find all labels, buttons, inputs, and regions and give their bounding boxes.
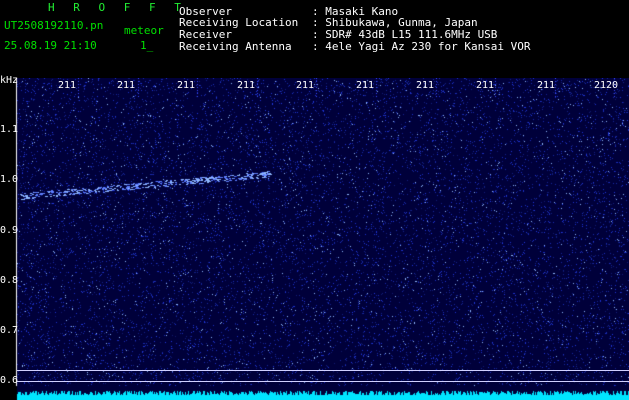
antenna-value: : 4ele Yagi Az 230 for Kansai VOR <box>312 40 531 53</box>
y-tick: 1.0 <box>0 174 19 185</box>
marker-line <box>17 381 629 382</box>
meteor-label: meteor <box>124 24 164 37</box>
y-unit-label: kHz <box>0 75 19 86</box>
header-panel: H R O F F T UT2508192110.pn meteor 25.08… <box>0 0 629 78</box>
minute-marker: 1_ <box>140 39 154 52</box>
spectrogram-canvas <box>0 78 629 400</box>
x-tick: 211 <box>177 80 196 91</box>
marker-line <box>17 370 629 371</box>
x-tick: 211 <box>416 80 435 91</box>
antenna-label: Receiving Antenna <box>179 40 292 53</box>
x-tick: 2120 <box>594 80 619 91</box>
y-tick: 0.7 <box>0 325 19 336</box>
x-tick: 211 <box>537 80 556 91</box>
x-tick: 211 <box>117 80 136 91</box>
x-tick: 211 <box>237 80 256 91</box>
x-tick: 211 <box>356 80 375 91</box>
x-tick: 211 <box>296 80 315 91</box>
y-tick: 1.1 <box>0 124 19 135</box>
y-tick: 0.9 <box>0 225 19 236</box>
file-name: UT2508192110.pn <box>4 19 104 32</box>
x-tick: 211 <box>476 80 495 91</box>
x-tick: 211 <box>58 80 77 91</box>
date-time: 25.08.19 21:10 <box>4 39 97 52</box>
y-tick: 0.8 <box>0 275 19 286</box>
y-tick: 0.6 <box>0 375 19 386</box>
app-brand: H R O F F T <box>48 1 187 14</box>
